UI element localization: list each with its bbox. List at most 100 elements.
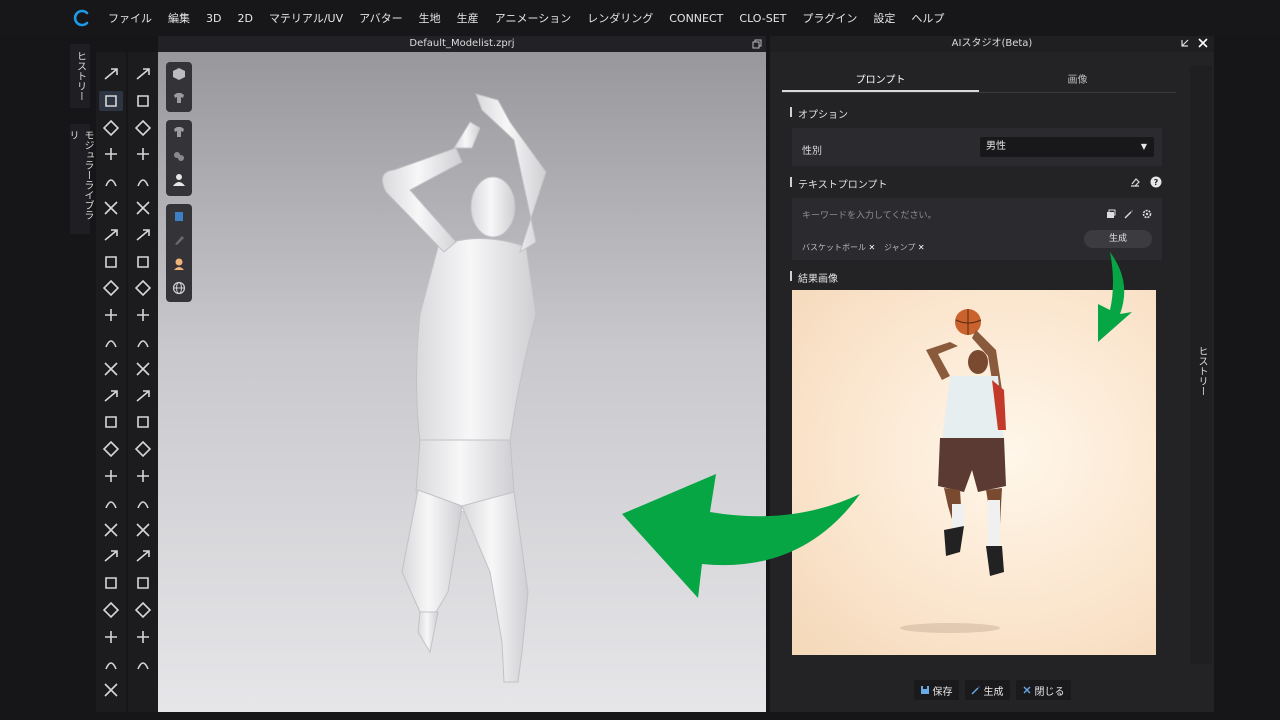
tool-icon[interactable] [131, 118, 155, 138]
tool-icon[interactable] [99, 90, 123, 111]
avatar-view-icon[interactable] [166, 168, 192, 192]
viewport-tools-group-3 [166, 204, 192, 302]
globe-icon[interactable] [166, 276, 192, 300]
menu-material[interactable]: マテリアル/UV [261, 10, 351, 26]
gender-select[interactable]: 男性 ▼ [980, 137, 1154, 157]
result-image[interactable] [792, 290, 1156, 655]
tool-icon[interactable] [131, 198, 155, 218]
tool-icon[interactable] [99, 412, 123, 432]
tab-modular-library[interactable]: モジュラーライブラリ [67, 124, 93, 234]
shirt-icon[interactable] [166, 120, 192, 144]
tool-icon[interactable] [131, 627, 155, 647]
menu-plugin[interactable]: プラグイン [794, 10, 865, 26]
tool-icon[interactable] [131, 386, 155, 406]
tag-jump[interactable]: ジャンプ ✕ [884, 242, 925, 253]
tool-icon[interactable] [99, 198, 123, 218]
tool-icon[interactable] [99, 278, 123, 298]
tool-icon[interactable] [131, 520, 155, 540]
tool-icon[interactable] [99, 332, 123, 352]
menu-rendering[interactable]: レンダリング [579, 10, 661, 26]
tool-icon[interactable] [99, 359, 123, 379]
result-title: 結果画像 [790, 270, 838, 285]
tool-icon[interactable] [131, 144, 155, 164]
tool-icon[interactable] [131, 359, 155, 379]
tool-icon[interactable] [131, 412, 155, 432]
undock-icon[interactable] [1180, 38, 1190, 48]
copy-icon[interactable] [1106, 209, 1116, 219]
viewport-title-bar: Default_Modelist.zprj [158, 36, 766, 52]
tool-icon[interactable] [131, 171, 155, 191]
help-icon[interactable]: ? [1150, 176, 1162, 188]
prompt-input[interactable]: キーワードを入力してください。 [802, 208, 1082, 221]
menu-clo-set[interactable]: CLO-SET [731, 12, 794, 25]
tool-icon[interactable] [99, 305, 123, 325]
menu-edit[interactable]: 編集 [160, 10, 198, 26]
tool-icon[interactable] [99, 252, 123, 272]
menu-avatar[interactable]: アバター [351, 10, 411, 26]
skin-icon[interactable] [166, 252, 192, 276]
magic-wand-icon[interactable] [1124, 209, 1134, 219]
tool-icon[interactable] [131, 332, 155, 352]
tool-icon[interactable] [131, 573, 155, 593]
gender-value: 男性 [986, 141, 1006, 152]
tab-history-right[interactable]: ヒストリー [1194, 346, 1209, 396]
menu-connect[interactable]: CONNECT [661, 12, 731, 25]
menu-help[interactable]: ヘルプ [903, 10, 952, 26]
menu-settings[interactable]: 設定 [865, 10, 903, 26]
tool-icon[interactable] [131, 493, 155, 513]
tool-icon[interactable] [131, 439, 155, 459]
tool-icon[interactable] [131, 64, 155, 84]
tool-icon[interactable] [131, 600, 155, 620]
menu-production[interactable]: 生産 [449, 10, 487, 26]
tool-icon[interactable] [99, 386, 123, 406]
tool-icon[interactable] [131, 654, 155, 674]
tool-icon[interactable] [99, 225, 123, 245]
menu-2d[interactable]: 2D [229, 12, 260, 25]
close-button[interactable]: 閉じる [1015, 680, 1071, 700]
tool-icon[interactable] [131, 466, 155, 486]
restore-window-icon[interactable] [752, 39, 762, 49]
tool-icon[interactable] [131, 278, 155, 298]
tool-icon[interactable] [99, 64, 123, 84]
tool-icon[interactable] [131, 91, 155, 111]
menu-file[interactable]: ファイル [108, 10, 160, 26]
save-button[interactable]: 保存 [913, 680, 959, 700]
menu-animation[interactable]: アニメーション [487, 10, 580, 26]
tool-icon[interactable] [99, 546, 123, 566]
tool-icon[interactable] [131, 305, 155, 325]
tab-prompt[interactable]: プロンプト [782, 72, 979, 92]
tool-icon[interactable] [99, 118, 123, 138]
tool-icon[interactable] [99, 439, 123, 459]
tool-icon[interactable] [131, 252, 155, 272]
tool-icon[interactable] [99, 600, 123, 620]
tool-icon[interactable] [99, 573, 123, 593]
tag-basketball[interactable]: バスケットボール ✕ [802, 242, 875, 253]
close-icon[interactable] [1198, 38, 1208, 48]
tab-history-left[interactable]: ヒストリー [70, 44, 90, 108]
tool-icon[interactable] [99, 144, 123, 164]
toolbar-left [96, 52, 126, 712]
generate-button[interactable]: 生成 [964, 680, 1010, 700]
3d-viewport[interactable] [158, 52, 766, 712]
tool-icon[interactable] [99, 520, 123, 540]
menu-3d[interactable]: 3D [198, 12, 229, 25]
fabric-icon[interactable] [166, 144, 192, 168]
settings-icon[interactable] [1142, 209, 1152, 219]
pen-icon[interactable] [166, 228, 192, 252]
tool-icon[interactable] [99, 493, 123, 513]
menu-fabric[interactable]: 生地 [411, 10, 449, 26]
file-name: Default_Modelist.zprj [409, 38, 515, 49]
eraser-icon[interactable] [1130, 177, 1140, 187]
tool-icon[interactable] [99, 654, 123, 674]
tab-image[interactable]: 画像 [979, 72, 1176, 92]
tool-icon[interactable] [99, 466, 123, 486]
tool-icon[interactable] [99, 627, 123, 647]
tool-icon[interactable] [131, 225, 155, 245]
cube-icon[interactable] [166, 62, 192, 86]
tool-icon[interactable] [99, 680, 123, 700]
generate-prompt-button[interactable]: 生成 [1084, 230, 1152, 248]
tool-icon[interactable] [99, 171, 123, 191]
layer-icon[interactable] [166, 204, 192, 228]
garment-view-icon[interactable] [166, 86, 192, 110]
tool-icon[interactable] [131, 546, 155, 566]
